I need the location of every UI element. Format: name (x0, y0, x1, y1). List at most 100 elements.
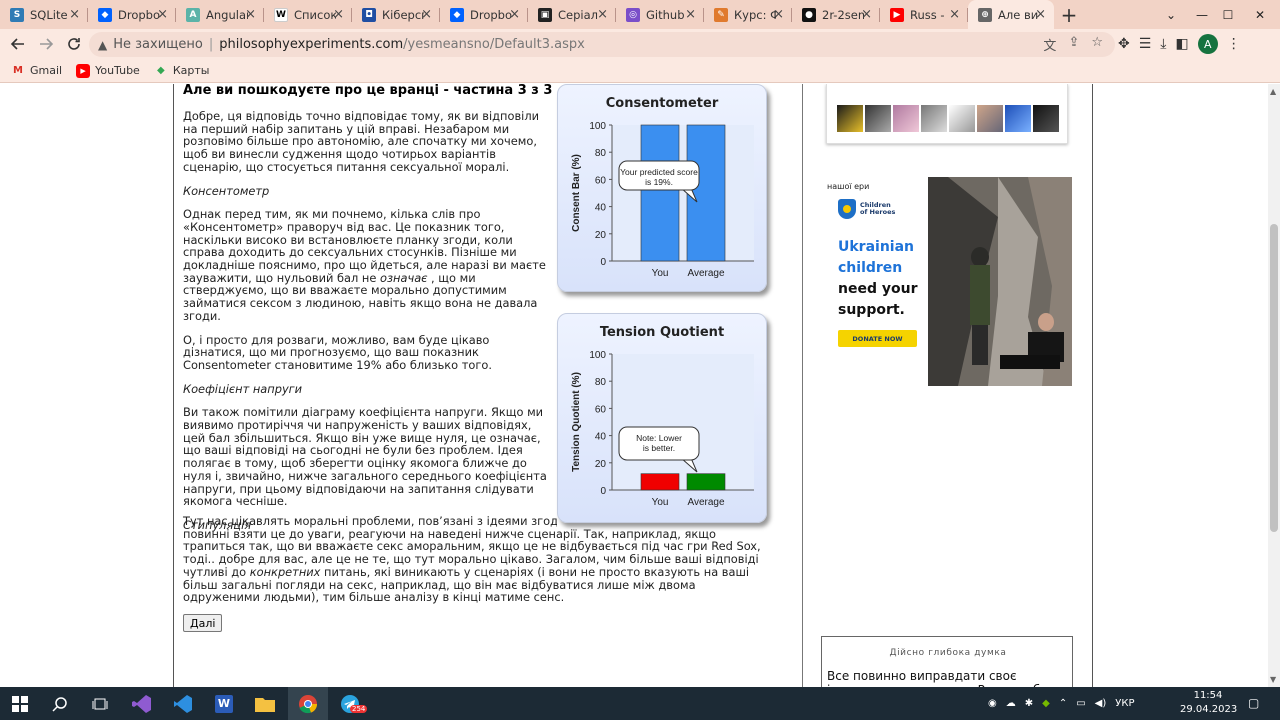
search-icon[interactable] (40, 687, 80, 720)
tab-5[interactable]: ◘ Кіберсп× (352, 0, 440, 29)
tab-11[interactable]: ▶ Russ - × (880, 0, 968, 29)
forward-arrow-icon[interactable] (32, 30, 60, 58)
close-tab-icon[interactable]: × (685, 7, 696, 22)
tab-10[interactable]: ● 2r-2sem × (792, 0, 880, 29)
scroll-up-icon[interactable]: ▲ (1270, 87, 1276, 96)
close-tab-icon[interactable]: × (949, 7, 960, 22)
security-label[interactable]: Не захищено (113, 37, 203, 52)
tab-8[interactable]: ◎ Github × (616, 0, 704, 29)
bar-average (686, 473, 726, 491)
close-tab-icon[interactable]: × (773, 7, 784, 22)
close-tab-icon[interactable]: × (509, 7, 520, 22)
thumbnail[interactable] (1005, 105, 1031, 132)
bookmark-gmail[interactable]: M Gmail (11, 64, 62, 78)
system-tray: ◉ ☁ ✱ ◆ ⌃ ▭ ◀) УКР (988, 687, 1135, 720)
task-view-icon[interactable] (80, 687, 120, 720)
warning-icon[interactable]: ▲ (98, 38, 107, 52)
word-icon[interactable]: W (204, 687, 244, 720)
callout-text: Note: Lower (636, 433, 682, 443)
next-button[interactable]: Далі (183, 614, 223, 632)
file-explorer-icon[interactable] (245, 687, 285, 720)
bar-you (640, 473, 680, 491)
donate-now-button[interactable]: DONATE NOW (838, 330, 917, 347)
visual-studio-icon[interactable] (122, 687, 162, 720)
chrome-icon[interactable] (288, 687, 328, 720)
clock[interactable]: 11:54 29.04.2023 (1180, 689, 1237, 717)
close-tab-icon[interactable]: × (861, 7, 872, 22)
close-tab-icon[interactable]: × (333, 7, 344, 22)
prediction-paragraph: О, і просто для розваги, можливо, вам бу… (183, 332, 492, 372)
close-tab-icon[interactable]: × (245, 7, 256, 22)
youtube-icon: ▶ (76, 63, 91, 78)
close-tab-icon[interactable]: × (69, 7, 80, 22)
tab-1[interactable]: S SQLite × (0, 0, 88, 29)
side-panel-icon[interactable]: ◧ (1176, 36, 1189, 52)
scroll-down-icon[interactable]: ▼ (1270, 675, 1276, 684)
close-tab-icon[interactable]: × (421, 7, 432, 22)
nvidia-icon[interactable]: ◆ (1042, 698, 1050, 709)
menu-kebab-icon[interactable]: ⋮ (1227, 36, 1241, 52)
consentometer-widget: Consentometer 0 20 40 60 80 100 Consent Bar (%… (557, 84, 773, 296)
scrollbar-thumb[interactable] (1270, 224, 1278, 532)
tab-label: SQLite (30, 7, 68, 22)
tab-3[interactable]: A Angular × (176, 0, 264, 29)
thumbnail[interactable] (865, 105, 891, 132)
volume-icon[interactable]: ◀) (1095, 698, 1107, 709)
thumbnail[interactable] (1033, 105, 1059, 132)
bookmark-maps[interactable]: ◆ Карты (154, 64, 210, 78)
chevron-up-icon[interactable]: ⌃ (1059, 698, 1067, 709)
thumbnail[interactable] (949, 105, 975, 132)
chrome-tray-icon[interactable]: ◉ (988, 698, 997, 709)
thumbnail[interactable] (921, 105, 947, 132)
download-icon[interactable]: ⤓ (1160, 36, 1166, 52)
quote-box: Дійсно глибока думка Все повинно виправд… (821, 636, 1073, 687)
profile-avatar[interactable]: A (1197, 34, 1218, 54)
shield-icon (838, 199, 856, 219)
vscode-icon[interactable] (163, 687, 203, 720)
x-tick-label: You (652, 268, 669, 279)
y-tick-label: 40 (595, 432, 607, 443)
close-tab-icon[interactable]: × (1035, 7, 1046, 22)
language-indicator[interactable]: УКР (1115, 698, 1134, 709)
thumbnail[interactable] (837, 105, 863, 132)
charity-ad-banner[interactable]: нашої ери Children of Heroes Ukrainian ch… (822, 177, 1072, 386)
tab-7[interactable]: ▣ Серіал × (528, 0, 616, 29)
children-of-heroes-logo: Children of Heroes (838, 199, 895, 219)
start-icon[interactable] (0, 687, 40, 720)
tab-12[interactable]: ⊕ Але ви п× (968, 0, 1054, 29)
tab-label: Курс: Ф (734, 7, 776, 22)
new-tab-button[interactable]: + (1054, 0, 1084, 29)
bookmark-youtube[interactable]: ▶ YouTube (76, 63, 140, 78)
article-body: Але ви пошкодуєте про це вранці - частин… (183, 84, 553, 532)
tab-label: Github (646, 7, 685, 22)
tab-4[interactable]: W Список × (264, 0, 352, 29)
close-tab-icon[interactable]: × (157, 7, 168, 22)
extensions-icon[interactable]: ✥ (1118, 36, 1130, 52)
bluetooth-icon[interactable]: ✱ (1025, 698, 1033, 709)
page-scrollbar[interactable]: ▲ ▼ (1268, 84, 1280, 687)
translate-icon[interactable]: 文 (1043, 35, 1056, 54)
maps-icon: ◆ (156, 65, 165, 76)
notifications-icon[interactable]: ▢ (1248, 696, 1259, 710)
reload-icon[interactable] (60, 30, 88, 58)
thumbnail[interactable] (893, 105, 919, 132)
telegram-icon[interactable]: 254 (330, 687, 370, 720)
share-icon[interactable]: ⇪ (1068, 35, 1079, 54)
address-bar[interactable]: ▲ Не захищено | philosophyexperiments.co… (89, 32, 1115, 57)
y-tick-label: 80 (595, 377, 607, 388)
bookmark-star-icon[interactable]: ☆ (1091, 35, 1103, 54)
browser-toolbar: ▲ Не захищено | philosophyexperiments.co… (0, 29, 1280, 59)
tab-6[interactable]: ◆ Dropbox× (440, 0, 528, 29)
network-icon[interactable]: ▭ (1076, 698, 1085, 709)
page-title: Але ви пошкодуєте про це вранці - частин… (183, 84, 553, 98)
close-tab-icon[interactable]: × (597, 7, 608, 22)
tab-9[interactable]: ✎ Курс: Ф × (704, 0, 792, 29)
back-arrow-icon[interactable] (4, 30, 32, 58)
playlist-icon[interactable]: ☰ (1139, 36, 1152, 52)
cloud-icon[interactable]: ☁ (1006, 698, 1016, 709)
close-window-button[interactable]: ✕ (1238, 0, 1280, 29)
clock-time: 11:54 (1193, 690, 1223, 701)
page-viewport: Але ви пошкодуєте про це вранці - частин… (0, 84, 1268, 687)
tab-2[interactable]: ◆ Dropbox× (88, 0, 176, 29)
thumbnail[interactable] (977, 105, 1003, 132)
